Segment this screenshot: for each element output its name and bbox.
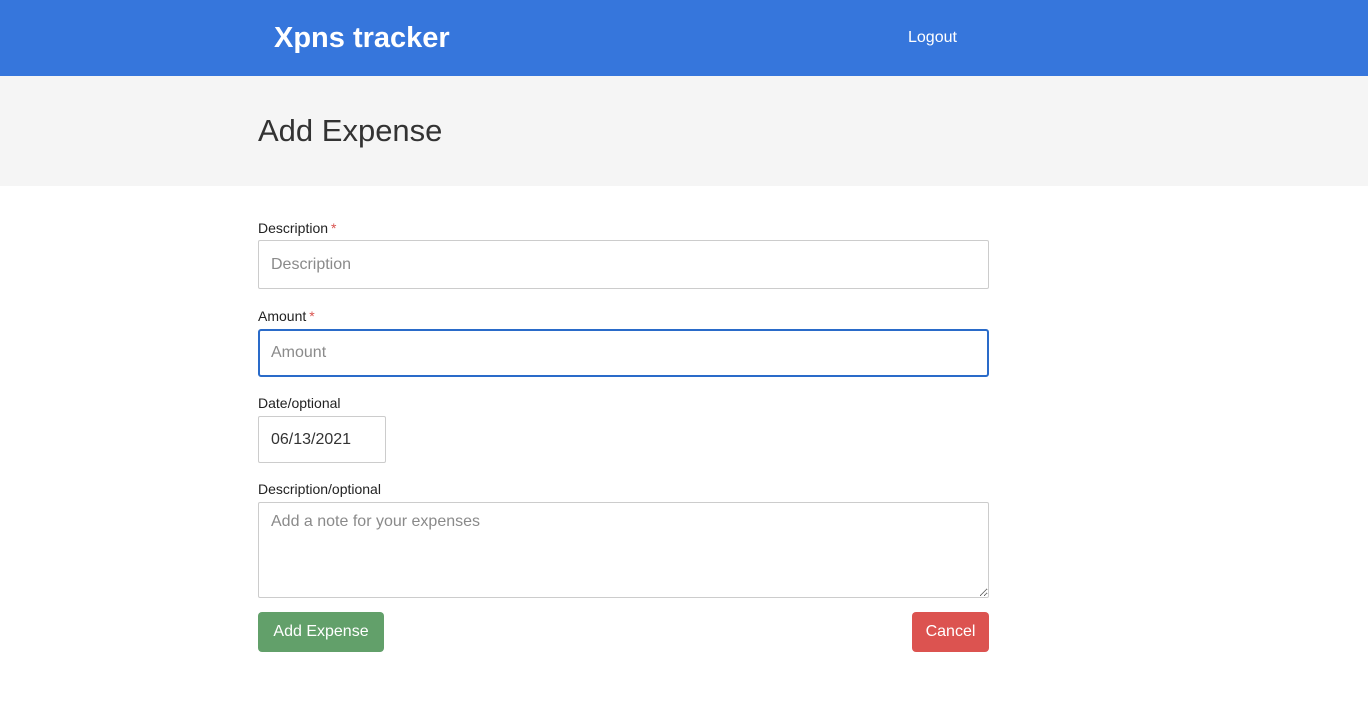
app-brand[interactable]: Xpns tracker [274, 19, 450, 57]
description-input[interactable] [258, 240, 989, 289]
cancel-button[interactable]: Cancel [912, 612, 989, 652]
page-title: Add Expense [258, 113, 443, 148]
description-label-text: Description [258, 220, 329, 236]
required-marker: * [309, 308, 315, 324]
date-label: Date/optional [258, 395, 341, 411]
note-textarea[interactable] [258, 502, 989, 598]
amount-input[interactable] [258, 329, 989, 377]
description-label: Description * [258, 219, 336, 237]
required-marker: * [331, 220, 337, 236]
add-expense-button[interactable]: Add Expense [258, 612, 384, 652]
page-header: Add Expense [0, 76, 1368, 186]
note-label: Description/optional [258, 481, 381, 497]
logout-link[interactable]: Logout [908, 27, 957, 49]
top-navbar: Xpns tracker Logout [0, 0, 1368, 76]
amount-label: Amount * [258, 307, 315, 325]
date-input[interactable] [258, 416, 386, 463]
amount-label-text: Amount [258, 308, 307, 324]
